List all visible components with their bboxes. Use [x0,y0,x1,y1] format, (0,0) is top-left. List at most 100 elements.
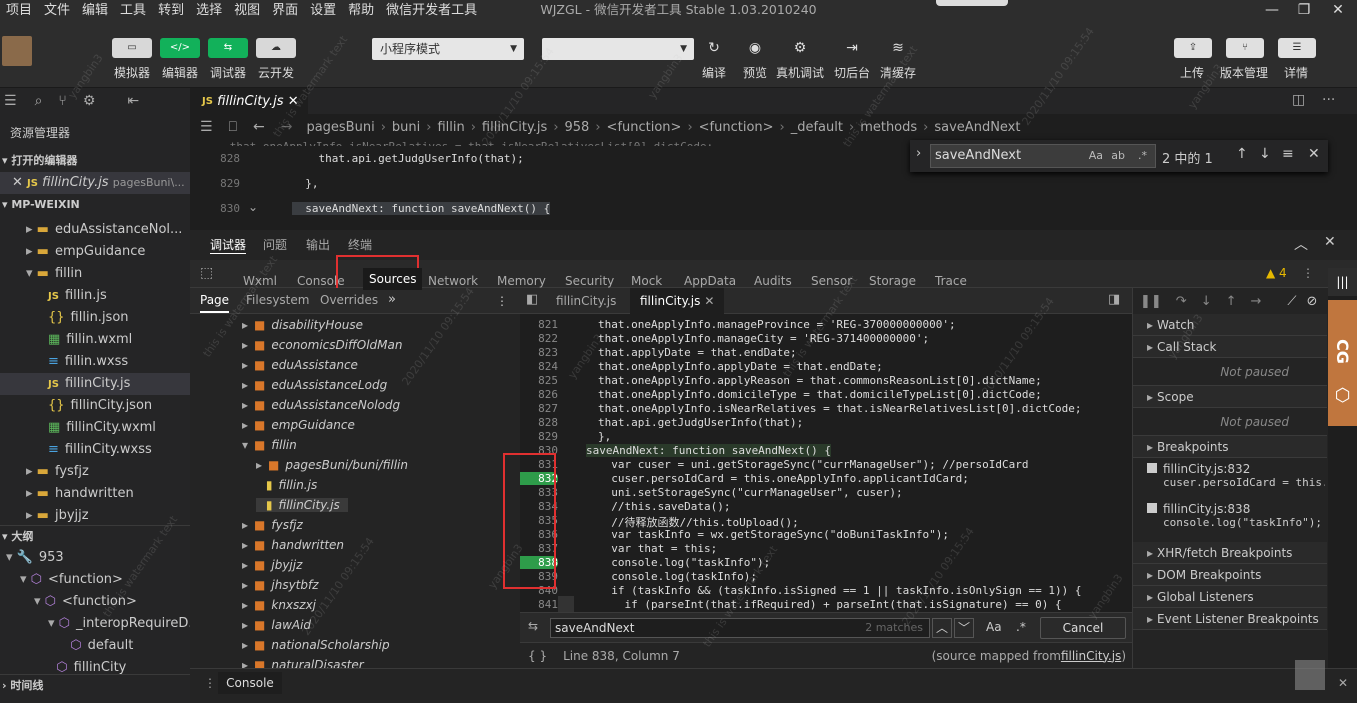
more-icon[interactable]: ··· [1322,92,1335,108]
breadcrumb-item[interactable]: _default [791,120,843,135]
line-number[interactable]: 823 [520,346,558,359]
menu-item[interactable]: 文件 [38,1,76,21]
breadcrumb-item[interactable]: saveAndNext [934,120,1020,135]
breadcrumb-item[interactable]: <function> [699,120,774,135]
minimize-icon[interactable]: — [1257,0,1287,20]
tree-item[interactable]: ▸ ▬ eduAssistanceNol... [0,219,190,241]
call-stack-header[interactable]: ▸ Call Stack [1133,336,1327,358]
timeline-header[interactable]: › 时间线 [0,674,190,696]
find-input[interactable]: saveAndNext Aa ab .* [930,144,1156,168]
devtools-top-tab[interactable]: 输出 [306,236,330,253]
compile-select[interactable]: ▼ [542,38,694,60]
tree-item[interactable]: {} fillinCity.json [0,395,190,417]
breadcrumb-item[interactable]: fillinCity.js [482,120,547,135]
devtools-tab[interactable]: Mock [631,274,662,288]
more-tabs-icon[interactable]: » [388,292,396,307]
menu-item[interactable]: 选择 [190,1,228,21]
devtools-tab[interactable]: Audits [754,274,792,288]
pause-on-exceptions-icon[interactable]: ⊘ [1307,294,1318,309]
step-over-icon[interactable]: ↷ [1176,294,1187,309]
source-tree-item[interactable]: ▸ ■ jbyjjz [242,558,302,572]
tree-item[interactable]: JS fillinCity.js [0,373,190,395]
toolbar-icon[interactable]: ⇥ [839,38,865,58]
watch-header[interactable]: ▸ Watch [1133,314,1327,336]
step-into-icon[interactable]: ↓ [1201,294,1212,309]
line-number[interactable]: 829 [520,430,558,443]
tree-item[interactable]: ▦ fillin.wxml [0,329,190,351]
collapse-panel-icon[interactable]: ︿ [1294,234,1308,254]
source-file-tab[interactable]: fillinCity.js [546,288,626,314]
back-icon[interactable]: ← [253,119,265,135]
line-number[interactable]: 828 [520,416,558,429]
devtools-top-tab[interactable]: 调试器 [210,236,247,254]
inspect-icon[interactable]: ⬚ [200,265,213,281]
breadcrumb-item[interactable]: 958 [565,120,590,135]
split-editor-icon[interactable]: ◫ [1292,92,1305,108]
maximize-icon[interactable]: ❐ [1289,0,1319,20]
breakpoint-item[interactable]: fillinCity.js:832 cuser.persoIdCard = thi… [1133,462,1327,502]
step-out-icon[interactable]: ↑ [1226,294,1237,309]
toolbar-icon[interactable]: ↻ [701,38,727,58]
devtools-tab[interactable]: Console [297,274,345,288]
debugger-section-header[interactable]: ▸ XHR/fetch Breakpoints [1133,542,1327,564]
whole-word-icon[interactable]: ab [1111,145,1125,167]
replace-toggle-icon[interactable]: ⇆ [528,619,538,633]
collapse-panel-icon[interactable]: ⇤ [127,93,139,109]
close-panel-icon[interactable]: ✕ [1324,234,1336,250]
cube-icon[interactable]: ⬡ [1328,385,1357,406]
tree-item[interactable]: ≡ fillin.wxss [0,351,190,373]
source-tree-item[interactable]: ▸ ■ pagesBuni/buni/fillin [256,458,408,472]
toolbar-button[interactable]: ☁ [256,38,296,58]
explorer-icon[interactable]: ☰ [4,93,17,109]
close-window-icon[interactable]: ✕ [1323,0,1353,20]
source-tree-item[interactable]: ▸ ■ lawAid [242,618,311,632]
devtools-tab[interactable]: Sensor [811,274,852,288]
toolbar-icon[interactable]: ≋ [885,38,911,58]
source-tree-item[interactable]: ▸ ■ empGuidance [242,418,355,432]
tree-item[interactable]: ▸ ▬ jbyjjz [0,505,190,527]
source-tree-item[interactable]: ▸ ■ jhsytbfz [242,578,319,592]
close-tab-icon[interactable]: ✕ [288,94,299,109]
tree-item[interactable]: ▦ fillinCity.wxml [0,417,190,439]
toolbar-button[interactable]: ⇆ [208,38,248,58]
warning-badge[interactable]: ▲ 4 [1266,266,1287,280]
settings-icon[interactable]: ⋮ [1302,266,1314,280]
console-drawer-tab[interactable]: Console [218,672,282,694]
menu-item[interactable]: 视图 [228,1,266,21]
tree-item[interactable]: {} fillin.json [0,307,190,329]
breadcrumb-item[interactable]: pagesBuni [306,120,374,135]
deactivate-breakpoints-icon[interactable]: ⟋ [1287,294,1296,309]
expand-replace-icon[interactable]: › [916,146,921,161]
source-tree-item[interactable]: ▾ ■ fillin [242,438,297,452]
line-number[interactable]: 841 [520,598,558,611]
outline-item[interactable]: ⬡ default [0,635,190,657]
source-tree-item[interactable]: ▮ fillin.js [256,478,317,492]
devtools-tab[interactable]: AppData [684,274,736,288]
source-file-tab[interactable]: fillinCity.js ✕ [630,288,725,314]
project-header[interactable]: ▾ MP-WEIXIN [0,194,190,216]
side-plugin-label[interactable]: CG [1333,337,1352,366]
source-tree-item[interactable]: ▸ ■ nationalScholarship [242,638,390,652]
breadcrumb-item[interactable]: buni [392,120,420,135]
debugger-section-header[interactable]: ▸ DOM Breakpoints [1133,564,1327,586]
line-number[interactable]: 825 [520,374,558,387]
toolbar-icon[interactable]: ⚙ [787,38,813,58]
list-icon[interactable]: ☰ [200,119,213,135]
next-match-icon[interactable]: ﹀ [954,618,974,638]
bookmark-icon[interactable]: ⎕ [229,119,237,135]
step-icon[interactable]: → [1251,294,1262,309]
outline-item[interactable]: ▾ ⬡ <function> [0,591,190,613]
breadcrumb-item[interactable]: methods [860,120,917,135]
devtools-tab[interactable]: Trace [935,274,967,288]
toolbar-button[interactable]: ⇪ [1174,38,1212,58]
close-drawer-icon[interactable]: ✕ [1338,676,1348,690]
pause-icon[interactable]: ❚❚ [1140,294,1162,309]
toolbar-button[interactable]: </> [160,38,200,58]
prev-match-icon[interactable]: ↑ [1236,146,1248,162]
pretty-print-icon[interactable]: { } [528,649,547,663]
panel-toggle-icon[interactable]: ||| [1328,268,1357,296]
scope-header[interactable]: ▸ Scope [1133,386,1327,408]
menu-item[interactable]: 界面 [266,1,304,21]
source-tree-item[interactable]: ▸ ■ eduAssistance [242,358,358,372]
devtools-top-tab[interactable]: 问题 [263,236,287,253]
